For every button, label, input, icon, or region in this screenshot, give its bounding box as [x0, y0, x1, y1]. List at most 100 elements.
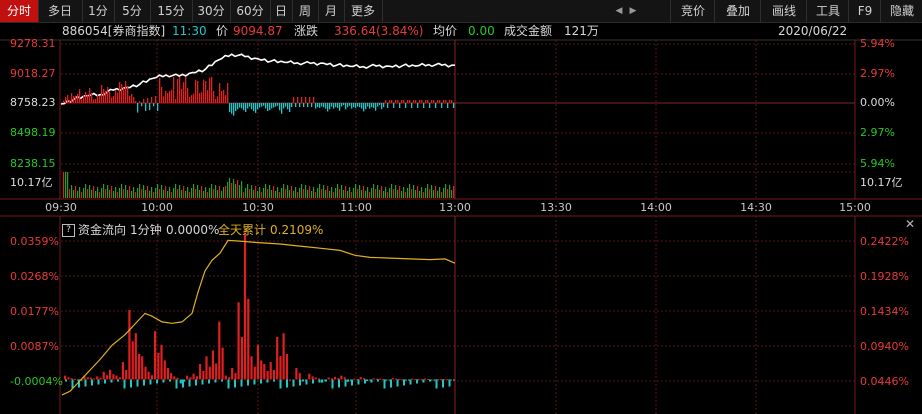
volume-bar	[369, 192, 371, 198]
price-histogram-bar	[399, 103, 401, 108]
flow-bar	[121, 362, 124, 380]
flow-bar	[224, 375, 227, 380]
price-histogram-bar	[391, 100, 393, 103]
price-histogram-bar	[375, 103, 377, 111]
volume-bar	[411, 189, 413, 198]
time-axis-label-6: 14:00	[640, 201, 672, 214]
flow-bar	[366, 379, 369, 381]
volume-bar	[65, 172, 67, 198]
time-axis-label-4: 13:00	[439, 201, 471, 214]
price-histogram-bar	[423, 103, 425, 108]
price-histogram-bar	[397, 100, 399, 103]
flow-neg-bar	[390, 379, 392, 388]
price-histogram-bar	[283, 103, 285, 109]
flow-neg-bar	[286, 379, 288, 388]
price-histogram-bar	[191, 95, 193, 103]
flow-bar	[134, 333, 137, 380]
price-histogram-bar	[359, 103, 361, 108]
volume-bar	[163, 190, 165, 198]
flow-bar	[243, 232, 247, 380]
volume-bar	[67, 172, 69, 198]
flow-bar	[93, 378, 96, 380]
price-histogram-bar	[437, 100, 439, 103]
flow-bar	[372, 378, 375, 380]
price-histogram-bar	[81, 99, 83, 103]
flow-neg-bar	[383, 379, 386, 389]
price-histogram-bar	[445, 100, 447, 103]
volume-bar	[409, 184, 411, 198]
price-histogram-bar	[409, 100, 411, 103]
volume-bar	[421, 187, 423, 198]
volume-bar	[143, 185, 145, 198]
price-histogram-bar	[73, 96, 75, 103]
flow-neg-bar	[214, 379, 217, 383]
volume-bar	[99, 192, 101, 198]
price-histogram-bar	[269, 103, 271, 111]
volume-bar	[297, 192, 299, 198]
flow-neg-bar	[253, 379, 256, 385]
volume-bar	[405, 192, 407, 198]
volume-bar	[339, 189, 341, 198]
price-histogram-bar	[329, 103, 331, 110]
price-histogram-bar	[255, 103, 257, 113]
price-histogram-bar	[175, 99, 177, 103]
price-histogram-bar	[125, 81, 127, 103]
volume-bar	[355, 184, 357, 198]
price-histogram-bar	[223, 90, 225, 103]
volume-bar	[213, 189, 215, 198]
flow-neg-bar	[247, 379, 249, 386]
volume-bar	[295, 187, 297, 198]
price-histogram-bar	[111, 97, 113, 103]
price-histogram-bar	[63, 100, 65, 103]
volume-bar	[209, 188, 211, 198]
volume-bar	[123, 189, 125, 198]
volume-bar	[367, 187, 369, 198]
time-axis-label-2: 10:30	[242, 201, 274, 214]
volume-bar	[383, 191, 385, 198]
close-panel-icon[interactable]: ✕	[902, 217, 918, 231]
flow-bar	[288, 379, 292, 381]
price-histogram-bar	[239, 103, 241, 108]
flow-bar	[311, 376, 314, 380]
volume-bar	[379, 190, 381, 198]
price-histogram-bar	[443, 100, 445, 103]
volume-bar	[289, 190, 291, 198]
flow-bar	[362, 378, 366, 380]
price-histogram-bar	[199, 93, 201, 103]
volume-bar	[333, 192, 335, 198]
flow-axis-left-4: -0.0004%	[10, 375, 63, 388]
price-histogram-bar	[113, 96, 115, 103]
price-histogram-bar	[405, 103, 407, 108]
flow-bar	[192, 373, 195, 380]
volume-bar	[129, 186, 131, 198]
price-histogram-bar	[157, 103, 159, 111]
volume-bar	[107, 185, 109, 198]
price-histogram-bar	[231, 103, 233, 114]
price-histogram-bar	[97, 95, 99, 103]
help-question-icon[interactable]: ?	[62, 224, 75, 237]
flow-bar	[452, 379, 456, 381]
price-axis-right-0: 5.94%	[860, 37, 895, 50]
price-histogram-bar	[427, 100, 429, 103]
flow-bar	[109, 369, 112, 380]
volume-bar	[385, 187, 387, 198]
volume-bar	[365, 191, 367, 198]
flow-bar	[64, 375, 67, 380]
volume-bar	[281, 188, 283, 198]
volume-bar	[429, 189, 431, 198]
price-axis-right-1: 2.97%	[860, 67, 895, 80]
flow-neg-bar	[91, 379, 93, 386]
flow-bar	[346, 379, 349, 382]
price-axis-left-3: 8498.19	[10, 126, 56, 139]
price-histogram-bar	[379, 103, 381, 106]
price-histogram-bar	[103, 89, 105, 103]
volume-bar	[227, 182, 229, 198]
volume-bar	[451, 190, 453, 198]
flow-cum-label: 全天累计	[218, 223, 267, 237]
price-histogram-bar	[85, 92, 87, 103]
price-histogram-bar	[407, 100, 409, 103]
price-histogram-bar	[353, 103, 355, 108]
price-histogram-bar	[77, 94, 79, 103]
volume-bar	[149, 191, 151, 198]
price-histogram-bar	[91, 93, 93, 103]
